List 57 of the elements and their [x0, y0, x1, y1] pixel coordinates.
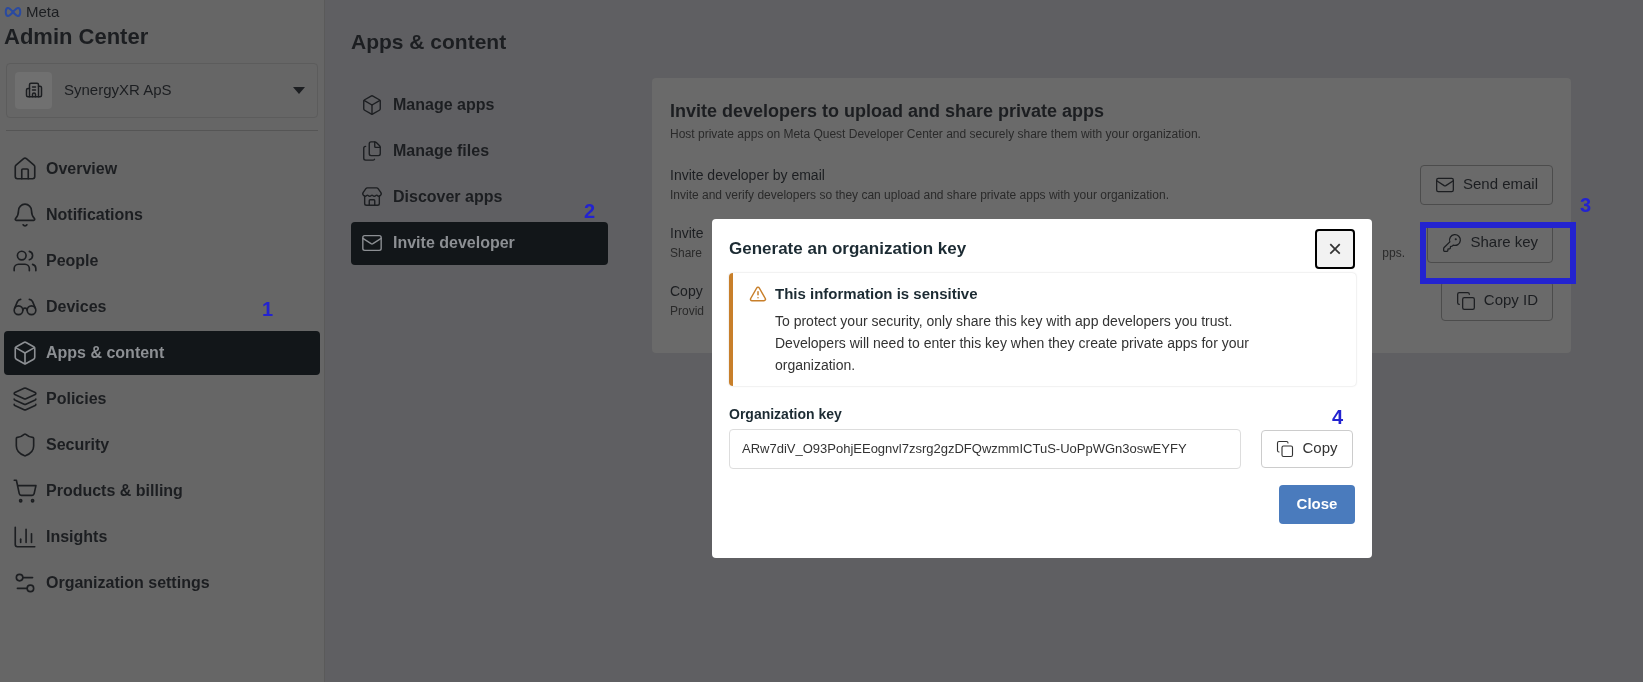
sidebar-item[interactable]: Notifications	[4, 192, 151, 237]
sidebar-item[interactable]: People	[4, 238, 107, 283]
card-title: Invite developers to upload and share private apps	[670, 99, 1106, 123]
organization-dropdown[interactable]: SynergyXR ApS	[6, 62, 318, 118]
annotation-number: 1	[262, 297, 274, 322]
key-field[interactable]: ARw7diV_O93PohjEEognvl7zsrg2gzDFQwzmmICTuS-UoPpWGn3oswEYFY	[729, 428, 1241, 469]
people-icon	[12, 247, 38, 274]
sidebar-item[interactable]: Insights	[4, 514, 116, 559]
row-description: pps.	[1382, 245, 1405, 262]
row-title: Invite	[670, 224, 704, 243]
layers-icon	[12, 385, 38, 412]
sidebar-item[interactable]: Organization settings	[4, 560, 218, 605]
key-icon	[1442, 232, 1463, 253]
sidebar-item[interactable]: Apps & content	[4, 330, 320, 375]
building-icon	[15, 71, 52, 109]
caret-icon	[293, 86, 305, 94]
app-title: Admin Center	[4, 23, 150, 51]
row-description: Provid	[670, 303, 704, 320]
cube-icon	[361, 94, 383, 116]
subnav-item[interactable]: Discover apps	[351, 175, 513, 219]
sidebar-item[interactable]: Products & billing	[4, 468, 191, 513]
row-description: Invite and verify developers so they can upload and share private apps with your organization.	[670, 187, 1169, 204]
warning-icon	[749, 285, 767, 304]
envelope-icon	[361, 232, 383, 254]
annotation-number: 3	[1580, 193, 1592, 218]
bell-icon	[12, 201, 38, 228]
row-title: Invite developer by email	[670, 166, 825, 185]
field-label: Organization key	[729, 404, 842, 424]
sidebar-item[interactable]: Overview	[4, 146, 126, 191]
action-button[interactable]: Send email	[1419, 164, 1553, 205]
row-title: Copy	[670, 282, 703, 301]
page-title: Apps & content	[351, 29, 508, 55]
annotation-number: 4	[1332, 405, 1344, 430]
logo-text: Meta	[26, 4, 60, 19]
close-button[interactable]: ×	[1315, 229, 1355, 269]
cube-icon	[12, 339, 38, 366]
annotation-number: 2	[584, 199, 596, 224]
files-icon	[361, 140, 383, 162]
copy-icon	[1455, 290, 1476, 311]
close-dialog-button[interactable]: Close	[1279, 484, 1355, 524]
sidebar-item[interactable]: Devices	[4, 284, 115, 329]
infinity-logo-icon	[4, 6, 22, 17]
subnav-item[interactable]: Manage apps	[351, 83, 505, 127]
sidebar-item[interactable]: Security	[4, 422, 118, 467]
subnav-item[interactable]: Manage files	[351, 129, 500, 173]
subnav-item[interactable]: Invite developer	[351, 221, 608, 265]
sidebar-item[interactable]: Policies	[4, 376, 115, 421]
warning-text: To protect your security, only share this key with app developers you trust. Developers will need to enter this key when they create private apps for your organization.	[774, 311, 1250, 375]
row-description: Share	[670, 245, 703, 262]
modal-title: Generate an organization key	[729, 238, 967, 261]
home-icon	[12, 155, 38, 182]
store-icon	[361, 186, 383, 208]
cart-icon	[12, 477, 38, 504]
warning-title: This information is sensitive	[775, 284, 978, 304]
card-subtitle: Host private apps on Meta Quest Developer Center and securely share them with your organization.	[670, 125, 1202, 143]
copy-icon	[1276, 439, 1295, 458]
copy-button[interactable]: Copy	[1261, 429, 1353, 468]
